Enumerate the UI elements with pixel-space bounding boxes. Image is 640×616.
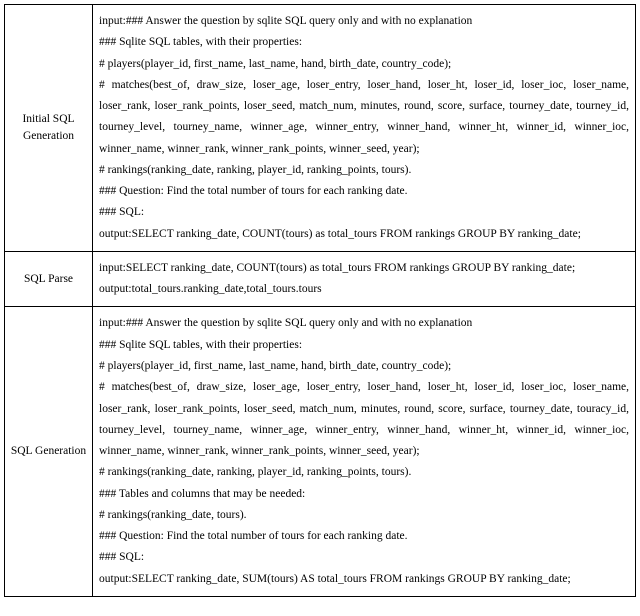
row-label-cell: SQL Parse [5, 251, 93, 307]
row-label: SQL Parse [24, 273, 73, 285]
content-line: # matches(best_of, draw_size, loser_age,… [99, 377, 629, 462]
row-content-cell: input:### Answer the question by sqlite … [93, 307, 636, 596]
content-line: input:### Answer the question by sqlite … [99, 313, 629, 334]
content-line: ### Tables and columns that may be neede… [99, 484, 629, 505]
content-line: # rankings(ranking_date, ranking, player… [99, 462, 629, 483]
content-line: output:total_tours.ranking_date,total_to… [99, 279, 629, 300]
content-line: # rankings(ranking_date, tours). [99, 505, 629, 526]
content-line: ### SQL: [99, 547, 629, 568]
content-line: ### Question: Find the total number of t… [99, 181, 629, 202]
table-row: SQL Parse input:SELECT ranking_date, COU… [5, 251, 636, 307]
row-label-cell: SQL Generation [5, 307, 93, 596]
content-line: ### SQL: [99, 202, 629, 223]
content-line: ### Sqlite SQL tables, with their proper… [99, 335, 629, 356]
content-line: # players(player_id, first_name, last_na… [99, 356, 629, 377]
table-row: Initial SQL Generation input:### Answer … [5, 5, 636, 252]
table-row: SQL Generation input:### Answer the ques… [5, 307, 636, 596]
content-line: ### Question: Find the total number of t… [99, 526, 629, 547]
row-content-cell: input:### Answer the question by sqlite … [93, 5, 636, 252]
row-content-cell: input:SELECT ranking_date, COUNT(tours) … [93, 251, 636, 307]
content-line: ### Sqlite SQL tables, with their proper… [99, 32, 629, 53]
row-label: SQL Generation [11, 445, 86, 457]
content-line: # matches(best_of, draw_size, loser_age,… [99, 75, 629, 160]
content-line: output:SELECT ranking_date, COUNT(tours)… [99, 224, 629, 245]
content-line: input:### Answer the question by sqlite … [99, 11, 629, 32]
content-line: input:SELECT ranking_date, COUNT(tours) … [99, 258, 629, 279]
content-line: # rankings(ranking_date, ranking, player… [99, 160, 629, 181]
row-label-cell: Initial SQL Generation [5, 5, 93, 252]
sql-examples-table: Initial SQL Generation input:### Answer … [4, 4, 636, 597]
row-label: Initial SQL Generation [22, 113, 74, 142]
content-line: output:SELECT ranking_date, SUM(tours) A… [99, 569, 629, 590]
content-line: # players(player_id, first_name, last_na… [99, 54, 629, 75]
